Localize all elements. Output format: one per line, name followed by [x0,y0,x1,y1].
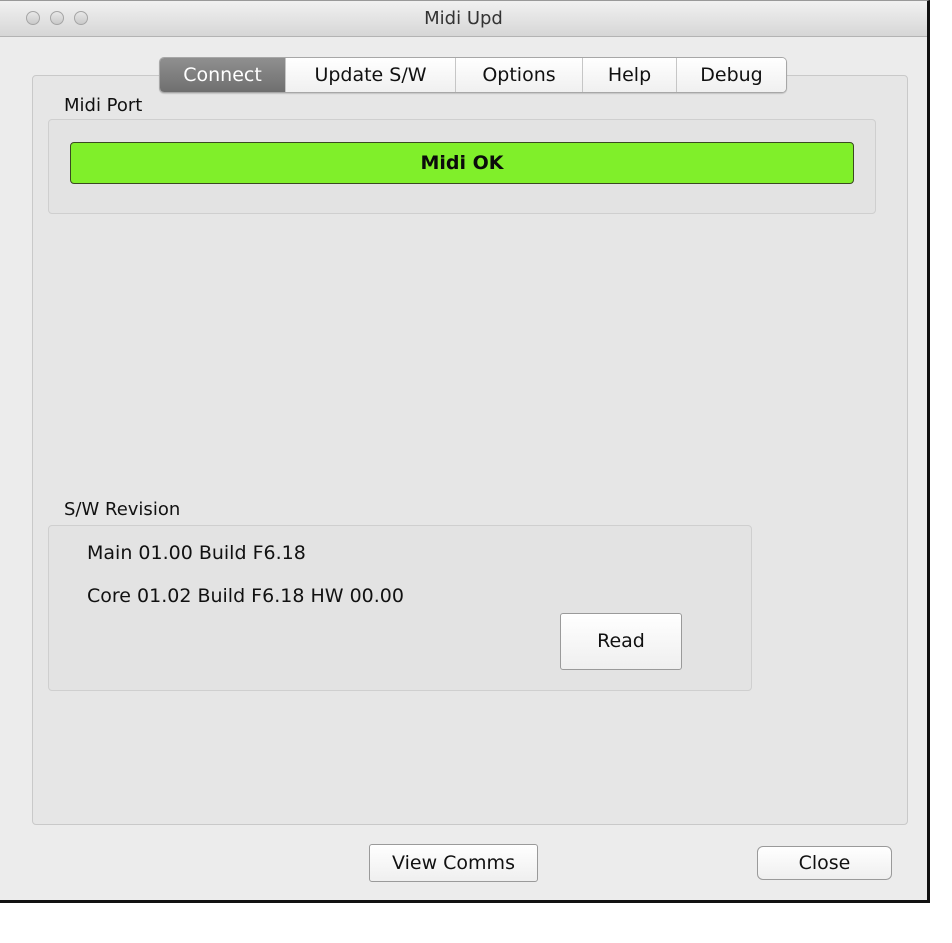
midi-port-label: Midi Port [64,95,143,116]
view-comms-button[interactable]: View Comms [369,844,538,882]
read-button[interactable]: Read [560,613,682,670]
main-revision-text: Main 01.00 Build F6.18 [87,542,306,564]
app-window: Midi Upd Connect Update S/W Options Help… [0,0,930,903]
sw-revision-label: S/W Revision [64,499,181,520]
tab-debug[interactable]: Debug [676,58,786,92]
tab-bar: Connect Update S/W Options Help Debug [159,57,787,93]
close-button[interactable]: Close [757,846,892,880]
tab-connect[interactable]: Connect [160,58,285,92]
tab-update-sw[interactable]: Update S/W [285,58,455,92]
tab-help[interactable]: Help [582,58,676,92]
core-revision-text: Core 01.02 Build F6.18 HW 00.00 [87,585,404,607]
tab-options[interactable]: Options [455,58,582,92]
midi-status-indicator: Midi OK [70,142,854,184]
window-title: Midi Upd [424,8,503,29]
title-bar: Midi Upd [0,1,927,37]
